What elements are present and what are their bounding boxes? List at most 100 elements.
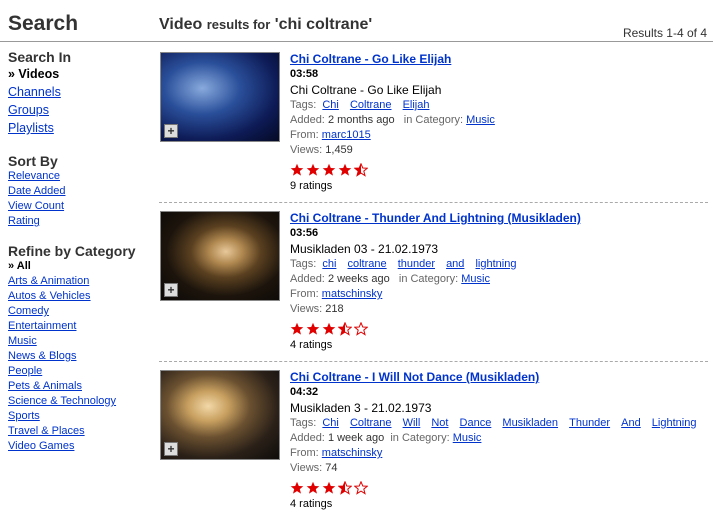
tag-link[interactable]: chi [322, 258, 336, 270]
sort-by-section: Sort By Relevance Date Added View Count … [8, 153, 148, 229]
tag-link[interactable]: Musikladen [502, 417, 558, 429]
uploader-link[interactable]: marc1015 [322, 129, 371, 141]
views-label: Views: [290, 303, 323, 315]
tag-link[interactable]: Not [431, 417, 448, 429]
star-full-icon [306, 322, 320, 335]
refine-category-section: Refine by Category » All Arts & Animatio… [8, 243, 148, 454]
tags-label: Tags: [290, 99, 317, 111]
sort-view-count-link[interactable]: View Count [8, 200, 64, 212]
tag-link[interactable]: Dance [460, 417, 492, 429]
video-from: From: marc1015 [290, 128, 708, 143]
video-description: Chi Coltrane - Go Like Elijah [290, 83, 442, 97]
video-views: Views: 218 [290, 302, 708, 317]
refine-category-heading: Refine by Category [8, 243, 136, 259]
in-category-label: in Category: [390, 432, 450, 444]
video-info: Chi Coltrane - I Will Not Dance (Musikla… [290, 370, 708, 511]
views-label: Views: [290, 462, 323, 474]
video-result: + Chi Coltrane - Go Like Elijah 03:58 Ch… [159, 44, 708, 203]
video-thumbnail[interactable]: + [160, 211, 280, 301]
category-video-games-link[interactable]: Video Games [8, 440, 74, 452]
results-heading: Video results for 'chi coltrane' [159, 16, 372, 34]
category-sports-link[interactable]: Sports [8, 410, 40, 422]
video-duration: 04:32 [290, 386, 319, 398]
views-value: 74 [325, 462, 338, 474]
video-from: From: matschinsky [290, 287, 708, 302]
ratings-count: 9 ratings [290, 180, 333, 192]
star-full-icon [290, 481, 304, 494]
tag-link[interactable]: And [621, 417, 641, 429]
uploader-link[interactable]: matschinsky [322, 447, 383, 459]
category-music-link[interactable]: Music [8, 335, 37, 347]
category-link[interactable]: Music [461, 273, 490, 285]
video-title-link[interactable]: Chi Coltrane - I Will Not Dance (Musikla… [290, 370, 708, 385]
sort-date-added-link[interactable]: Date Added [8, 185, 66, 197]
video-info: Chi Coltrane - Thunder And Lightning (Mu… [290, 211, 708, 352]
tag-link[interactable]: coltrane [347, 258, 386, 270]
category-people-link[interactable]: People [8, 365, 42, 377]
tag-link[interactable]: Chi [322, 417, 339, 429]
star-full-icon [306, 163, 320, 176]
category-entertainment-link[interactable]: Entertainment [8, 320, 76, 332]
search-title: Search [8, 12, 79, 35]
category-autos-vehicles-link[interactable]: Autos & Vehicles [8, 290, 91, 302]
tag-link[interactable]: thunder [398, 258, 435, 270]
tag-link[interactable]: and [446, 258, 464, 270]
results-for-label: results for [206, 17, 271, 32]
tag-link[interactable]: Chi [322, 99, 339, 111]
tag-link[interactable]: Coltrane [350, 99, 392, 111]
from-label: From: [290, 129, 319, 141]
star-rating [290, 161, 708, 179]
video-thumbnail[interactable]: + [160, 52, 280, 142]
ratings-count: 4 ratings [290, 339, 333, 351]
category-comedy-link[interactable]: Comedy [8, 305, 49, 317]
add-to-quicklist-icon[interactable]: + [164, 124, 178, 138]
search-in-playlists-link[interactable]: Playlists [8, 121, 54, 135]
category-link[interactable]: Music [453, 432, 482, 444]
category-arts-animation-link[interactable]: Arts & Animation [8, 275, 89, 287]
views-value: 1,459 [325, 144, 353, 156]
page-header: Search Video results for 'chi coltrane' … [0, 0, 713, 42]
uploader-link[interactable]: matschinsky [322, 288, 383, 300]
video-views: Views: 74 [290, 461, 708, 476]
search-in-section: Search In » Videos Channels Groups Playl… [8, 49, 148, 137]
tag-link[interactable]: Lightning [652, 417, 697, 429]
tag-link[interactable]: Elijah [403, 99, 430, 111]
video-views: Views: 1,459 [290, 143, 708, 158]
added-label: Added: [290, 273, 325, 285]
add-to-quicklist-icon[interactable]: + [164, 283, 178, 297]
video-title-link[interactable]: Chi Coltrane - Go Like Elijah [290, 52, 708, 67]
sort-rating-link[interactable]: Rating [8, 215, 40, 227]
star-full-icon [306, 481, 320, 494]
video-added: Added: 2 weeks ago in Category: Music [290, 272, 708, 287]
video-added: Added: 1 week ago in Category: Music [290, 431, 708, 446]
tag-link[interactable]: Thunder [569, 417, 610, 429]
category-current: » All [8, 260, 31, 272]
category-travel-places-link[interactable]: Travel & Places [8, 425, 85, 437]
category-news-blogs-link[interactable]: News & Blogs [8, 350, 76, 362]
tag-link[interactable]: lightning [475, 258, 516, 270]
sort-relevance-link[interactable]: Relevance [8, 170, 60, 182]
star-rating [290, 479, 708, 497]
star-rating [290, 320, 708, 338]
sidebar: Search In » Videos Channels Groups Playl… [8, 49, 148, 454]
video-thumbnail[interactable]: + [160, 370, 280, 460]
video-result: + Chi Coltrane - I Will Not Dance (Musik… [159, 362, 708, 521]
add-to-quicklist-icon[interactable]: + [164, 442, 178, 456]
video-from: From: matschinsky [290, 446, 708, 461]
from-label: From: [290, 288, 319, 300]
tag-link[interactable]: Will [403, 417, 421, 429]
search-in-channels-link[interactable]: Channels [8, 85, 61, 99]
video-title-link[interactable]: Chi Coltrane - Thunder And Lightning (Mu… [290, 211, 708, 226]
tags-label: Tags: [290, 417, 317, 429]
search-in-groups-link[interactable]: Groups [8, 103, 49, 117]
from-label: From: [290, 447, 319, 459]
category-science-technology-link[interactable]: Science & Technology [8, 395, 116, 407]
video-result: + Chi Coltrane - Thunder And Lightning (… [159, 203, 708, 362]
category-link[interactable]: Music [466, 114, 495, 126]
tag-link[interactable]: Coltrane [350, 417, 392, 429]
in-category-label: in Category: [403, 114, 464, 126]
search-query: 'chi coltrane' [274, 16, 373, 33]
star-full-icon [290, 163, 304, 176]
views-value: 218 [325, 303, 344, 315]
category-pets-animals-link[interactable]: Pets & Animals [8, 380, 82, 392]
